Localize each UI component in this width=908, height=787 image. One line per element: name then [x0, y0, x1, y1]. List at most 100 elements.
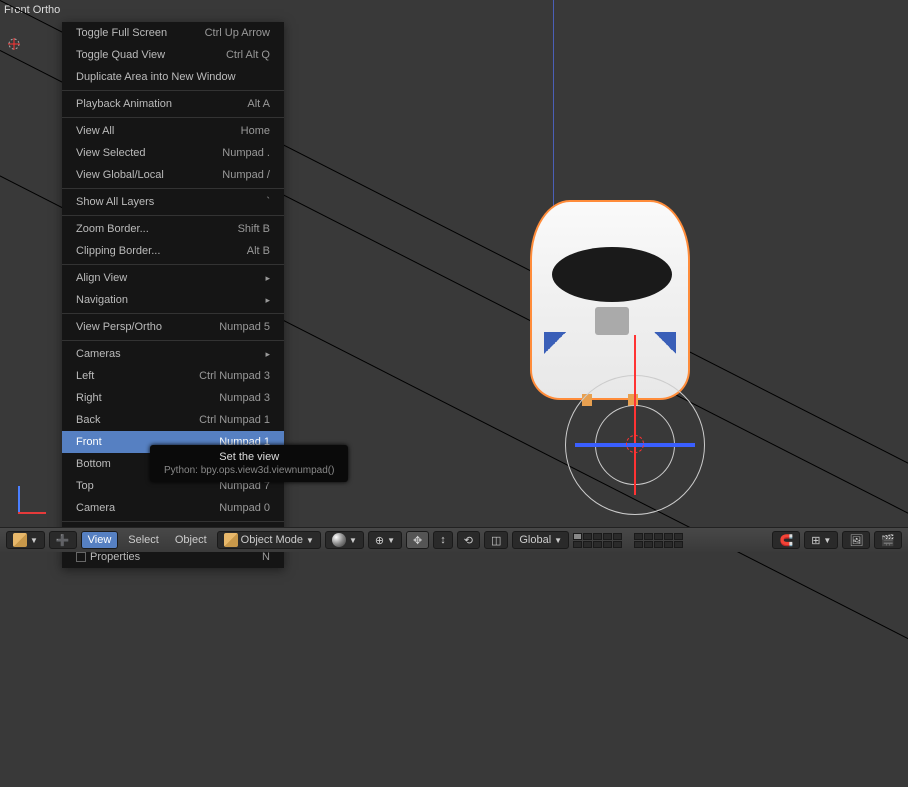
menu-item-label: View Persp/Ortho [76, 321, 162, 333]
layer-button[interactable] [583, 541, 592, 548]
manipulator-scale[interactable]: ◫ [484, 531, 508, 549]
menu-item-back[interactable]: BackCtrl Numpad 1 [62, 409, 284, 431]
layer-button[interactable] [654, 541, 663, 548]
render-preview-button[interactable]: 🖼 [842, 531, 870, 549]
menu-item-align-view[interactable]: Align View▸ [62, 267, 284, 289]
menu-item-navigation[interactable]: Navigation▸ [62, 289, 284, 311]
shading-selector[interactable]: ▼ [325, 531, 364, 549]
object-menu-button[interactable]: Object [169, 534, 213, 546]
layer-button[interactable] [674, 541, 683, 548]
menu-item-shortcut: Numpad 5 [219, 320, 270, 334]
render-anim-button[interactable]: 🎬 [874, 531, 902, 549]
layer-buttons[interactable] [634, 533, 683, 548]
menu-item-label: Front [76, 436, 102, 448]
menu-item-label: Clipping Border... [76, 245, 160, 257]
layer-button[interactable] [573, 533, 582, 540]
menu-item-view-all[interactable]: View All Home [62, 120, 284, 142]
menu-item-camera[interactable]: CameraNumpad 0 [62, 497, 284, 519]
layer-button[interactable] [674, 533, 683, 540]
menu-separator [62, 215, 284, 216]
select-menu-button[interactable]: Select [122, 534, 165, 546]
menu-item-toggle-quad-view[interactable]: Toggle Quad ViewCtrl Alt Q [62, 44, 284, 66]
collapse-menus-button[interactable]: ➕ [49, 531, 77, 549]
snap-toggle[interactable]: 🧲 [772, 531, 800, 549]
layer-button[interactable] [613, 541, 622, 548]
layer-button[interactable] [603, 533, 612, 540]
chevron-down-icon: ▼ [823, 536, 831, 545]
menu-item-left[interactable]: LeftCtrl Numpad 3 [62, 365, 284, 387]
layer-button[interactable] [613, 533, 622, 540]
menu-item-clipping-border-[interactable]: Clipping Border... Alt B [62, 240, 284, 262]
cube-icon [13, 533, 27, 547]
tooltip-python: Python: bpy.ops.view3d.viewnumpad() [164, 465, 334, 476]
layer-button[interactable] [593, 541, 602, 548]
object-mode-icon [224, 533, 238, 547]
layer-button[interactable] [603, 541, 612, 548]
menu-item-shortcut: ` [266, 195, 270, 209]
train-windshield [552, 247, 672, 302]
menu-item-label: View All [76, 125, 114, 137]
menu-item-shortcut: Ctrl Up Arrow [205, 26, 270, 40]
z-axis-handle[interactable] [634, 335, 636, 495]
menu-item-view-selected[interactable]: View SelectedNumpad . [62, 142, 284, 164]
menu-item-duplicate-area-into-new-window[interactable]: Duplicate Area into New Window [62, 66, 284, 88]
menu-item-label: Navigation [76, 294, 128, 306]
tooltip-title: Set the view [164, 451, 334, 463]
axis-z-line [553, 0, 554, 220]
menu-item-label: Zoom Border... [76, 223, 149, 235]
layer-button[interactable] [573, 541, 582, 548]
manipulator-rotate[interactable]: ⟲ [457, 531, 480, 549]
menu-item-shortcut: Numpad 3 [219, 391, 270, 405]
menu-item-zoom-border-[interactable]: Zoom Border... Shift B [62, 218, 284, 240]
layer-button[interactable] [664, 541, 673, 548]
manipulator-toggle[interactable]: ✥ [406, 531, 429, 549]
menu-item-toggle-full-screen[interactable]: Toggle Full ScreenCtrl Up Arrow [62, 22, 284, 44]
chevron-down-icon: ▼ [349, 536, 357, 545]
menu-item-shortcut: N [262, 550, 270, 564]
menu-item-label: Right [76, 392, 102, 404]
object-origin-gizmo[interactable] [565, 375, 705, 515]
menu-item-show-all-layers[interactable]: Show All Layers` [62, 191, 284, 213]
menu-item-shortcut: ▸ [265, 347, 270, 361]
layer-button[interactable] [583, 533, 592, 540]
layer-button[interactable] [644, 533, 653, 540]
layer-button[interactable] [634, 533, 643, 540]
3d-cursor-icon [626, 435, 644, 453]
menu-item-right[interactable]: Right Numpad 3 [62, 387, 284, 409]
menu-item-shortcut: Alt B [247, 244, 270, 258]
menu-item-shortcut: Home [241, 124, 270, 138]
sphere-icon [332, 533, 346, 547]
layer-button[interactable] [644, 541, 653, 548]
layer-button[interactable] [634, 541, 643, 548]
layer-buttons[interactable] [573, 533, 622, 548]
menu-item-shortcut: Numpad / [222, 168, 270, 182]
menu-item-shortcut: Shift B [238, 222, 270, 236]
menu-separator [62, 340, 284, 341]
menu-item-playback-animation[interactable]: Playback AnimationAlt A [62, 93, 284, 115]
view-menu-popup: Toggle Full ScreenCtrl Up ArrowToggle Qu… [62, 22, 284, 568]
orientation-selector[interactable]: Global ▼ [512, 531, 569, 549]
tooltip: Set the view Python: bpy.ops.view3d.view… [150, 445, 348, 482]
view-menu-button[interactable]: View [81, 531, 119, 549]
menu-item-shortcut: Ctrl Numpad 1 [199, 413, 270, 427]
menu-item-cameras[interactable]: Cameras▸ [62, 343, 284, 365]
layer-button[interactable] [664, 533, 673, 540]
menu-item-view-global-local[interactable]: View Global/LocalNumpad / [62, 164, 284, 186]
menu-item-shortcut: Ctrl Numpad 3 [199, 369, 270, 383]
layer-button[interactable] [654, 533, 663, 540]
mode-selector[interactable]: Object Mode ▼ [217, 531, 321, 549]
snap-type[interactable]: ⊞▼ [804, 531, 838, 549]
manipulator-translate[interactable]: ↕ [433, 531, 453, 549]
axis-gizmo [18, 474, 58, 514]
chevron-down-icon: ▼ [30, 536, 38, 545]
chevron-down-icon: ▼ [387, 536, 395, 545]
pivot-selector[interactable]: ⊕▼ [368, 531, 402, 549]
menu-item-view-persp-ortho[interactable]: View Persp/Ortho Numpad 5 [62, 316, 284, 338]
menu-separator [62, 264, 284, 265]
editor-type-selector[interactable]: ▼ [6, 531, 45, 549]
menu-item-shortcut: Alt A [247, 97, 270, 111]
layer-button[interactable] [593, 533, 602, 540]
train-shell [530, 200, 690, 400]
menu-item-label: Align View [76, 272, 127, 284]
menu-separator [62, 117, 284, 118]
